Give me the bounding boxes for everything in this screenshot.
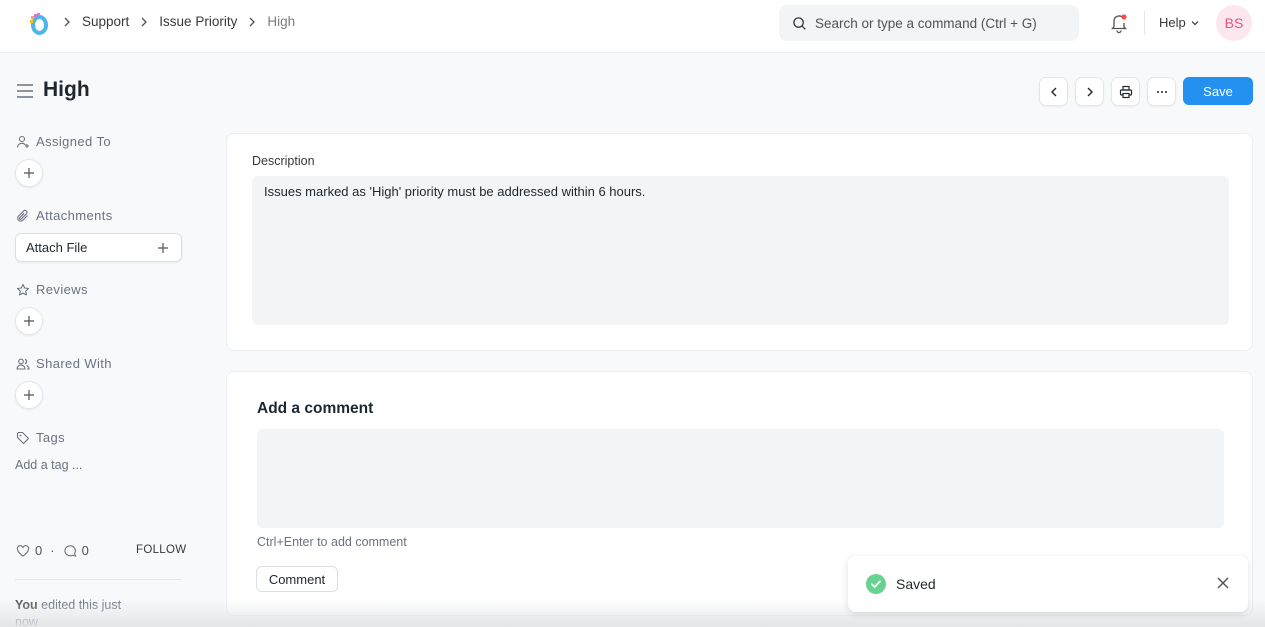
add-comment-title: Add a comment	[257, 400, 374, 417]
tag-icon	[16, 431, 30, 444]
search-bar[interactable]	[779, 5, 1079, 41]
last-activity: You edited this just now	[15, 597, 135, 627]
shared-with-label: Shared With	[16, 356, 112, 371]
breadcrumb-issue-priority[interactable]: Issue Priority	[159, 14, 237, 29]
description-label: Description	[252, 154, 315, 168]
user-avatar[interactable]: BS	[1216, 5, 1252, 41]
previous-record-button[interactable]	[1039, 77, 1068, 106]
navbar-divider	[1144, 11, 1145, 35]
users-icon	[16, 358, 30, 370]
search-input[interactable]	[815, 15, 1065, 31]
chevron-left-icon	[1050, 87, 1056, 96]
save-button[interactable]: Save	[1183, 77, 1253, 105]
attach-file-label: Attach File	[26, 240, 88, 255]
comment-hint: Ctrl+Enter to add comment	[257, 535, 407, 549]
chevron-right-icon	[249, 17, 256, 26]
sidebar-divider	[15, 579, 182, 580]
sidebar-toggle-icon[interactable]	[16, 83, 34, 99]
description-field[interactable]: Issues marked as 'High' priority must be…	[252, 176, 1229, 325]
chevron-down-icon	[1191, 20, 1199, 25]
add-share-button[interactable]	[15, 381, 43, 409]
reviews-label: Reviews	[16, 282, 88, 297]
follow-button[interactable]: FOLLOW	[136, 544, 186, 556]
plus-icon	[24, 168, 34, 178]
app-logo-icon[interactable]	[27, 11, 51, 35]
add-tag-input[interactable]: Add a tag ...	[15, 458, 82, 472]
more-horizontal-icon	[1156, 90, 1167, 93]
comment-button[interactable]: Comment	[256, 566, 338, 592]
next-record-button[interactable]	[1075, 77, 1104, 106]
help-label: Help	[1159, 15, 1186, 30]
close-icon[interactable]	[1216, 576, 1230, 590]
add-assignee-button[interactable]	[15, 159, 43, 187]
assigned-to-label: Assigned To	[16, 134, 111, 149]
paperclip-icon	[17, 209, 28, 222]
plus-icon	[24, 316, 34, 326]
navbar: Support Issue Priority High Help BS	[0, 0, 1265, 53]
attach-file-button[interactable]: Attach File	[15, 233, 182, 262]
likes-count: 0	[35, 543, 43, 558]
breadcrumb: Support Issue Priority High	[56, 14, 295, 29]
comments-count: 0	[81, 543, 89, 558]
activity-actor: You	[15, 598, 38, 612]
user-add-icon	[16, 135, 29, 148]
page-title: High	[43, 78, 90, 101]
comment-icon[interactable]	[63, 544, 77, 558]
toast-message: Saved	[896, 576, 936, 592]
description-section: Description Issues marked as 'High' prio…	[226, 133, 1253, 351]
printer-icon	[1119, 85, 1132, 98]
heart-icon[interactable]	[16, 544, 30, 558]
chevron-right-icon	[64, 17, 70, 26]
more-actions-button[interactable]	[1147, 77, 1176, 106]
add-review-button[interactable]	[15, 307, 43, 335]
search-icon	[793, 16, 806, 30]
breadcrumb-current[interactable]: High	[267, 14, 295, 29]
breadcrumb-support[interactable]: Support	[82, 14, 129, 29]
check-circle-icon	[866, 574, 886, 594]
comment-input[interactable]	[257, 429, 1224, 528]
chevron-right-icon	[141, 17, 148, 26]
print-button[interactable]	[1111, 77, 1140, 106]
chevron-right-icon	[1087, 87, 1093, 96]
plus-icon	[24, 390, 34, 400]
separator-dot: ·	[50, 543, 55, 558]
plus-icon	[158, 242, 168, 253]
notification-bell-icon[interactable]	[1109, 12, 1129, 34]
engagement-stats: 0 · 0	[16, 543, 89, 558]
star-icon	[16, 283, 30, 295]
tags-label: Tags	[16, 430, 65, 445]
attachments-label: Attachments	[16, 208, 113, 223]
help-dropdown[interactable]: Help	[1159, 15, 1200, 30]
saved-toast: Saved	[848, 556, 1248, 612]
